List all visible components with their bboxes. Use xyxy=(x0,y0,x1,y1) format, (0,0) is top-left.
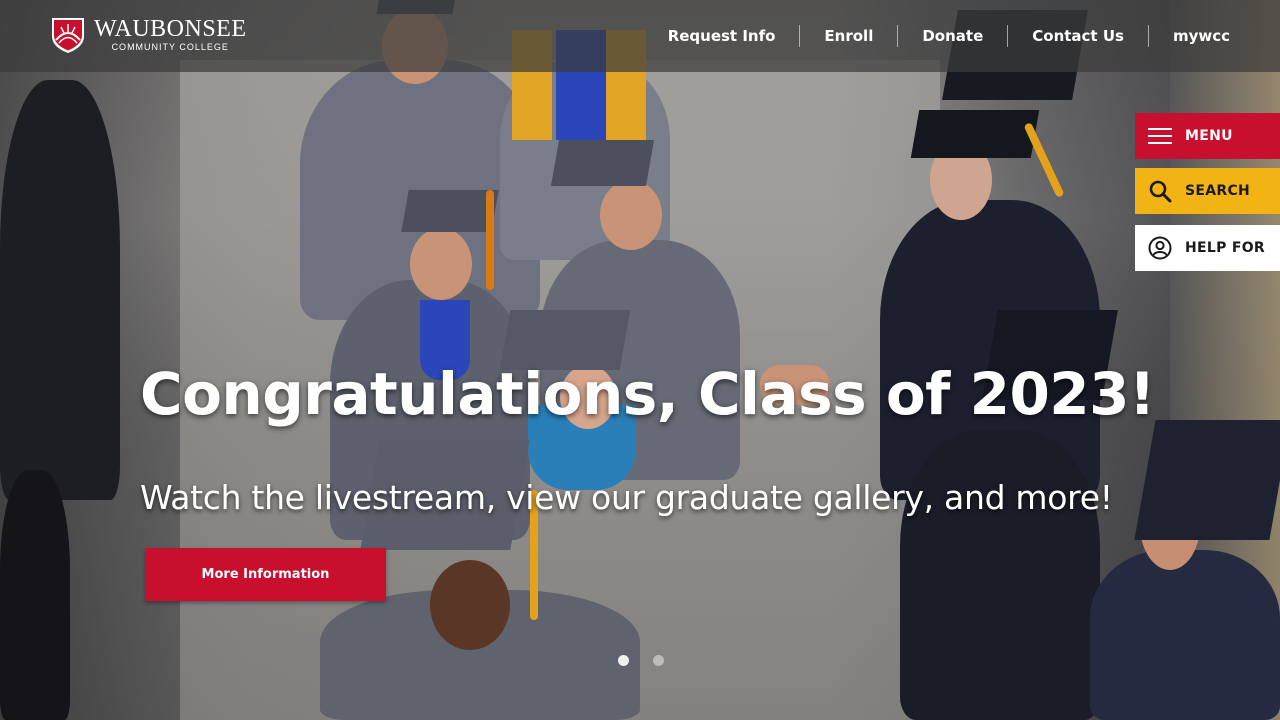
search-button[interactable]: SEARCH xyxy=(1135,168,1280,214)
more-information-button[interactable]: More Information xyxy=(145,548,386,601)
logo-name: WAUBONSEE xyxy=(94,16,247,42)
nav-request-info[interactable]: Request Info xyxy=(644,25,801,47)
hero-subheadline: Watch the livestream, view our graduate … xyxy=(140,478,1113,517)
mortarboard-cap xyxy=(550,140,655,186)
mortarboard-cap xyxy=(910,110,1040,158)
menu-label: MENU xyxy=(1185,128,1233,144)
user-circle-icon xyxy=(1148,236,1172,260)
help-for-label: HELP FOR xyxy=(1185,240,1265,256)
graduate-figure xyxy=(0,80,120,500)
logo-subtitle: COMMUNITY COLLEGE xyxy=(111,42,229,52)
logo-wordmark: WAUBONSEE COMMUNITY COLLEGE xyxy=(94,17,247,53)
search-label: SEARCH xyxy=(1185,183,1251,199)
graduate-figure xyxy=(0,470,70,720)
cap-tassel xyxy=(1023,122,1065,198)
faculty-figure xyxy=(1090,550,1280,720)
nav-enroll[interactable]: Enroll xyxy=(800,25,899,47)
hamburger-icon xyxy=(1148,124,1172,148)
graduate-face xyxy=(410,228,472,300)
cap-tassel xyxy=(486,190,494,290)
shield-logo-icon xyxy=(50,16,86,54)
mortarboard-cap xyxy=(401,190,499,232)
carousel-dot-2[interactable] xyxy=(653,655,664,666)
carousel-pagination xyxy=(618,655,664,666)
faculty-figure xyxy=(900,430,1100,720)
mortarboard-cap xyxy=(1134,420,1280,540)
top-navigation-bar: WAUBONSEE COMMUNITY COLLEGE Request Info… xyxy=(0,0,1280,72)
search-icon xyxy=(1148,179,1172,203)
nav-donate[interactable]: Donate xyxy=(898,25,1009,47)
nav-contact-us[interactable]: Contact Us xyxy=(1008,25,1149,47)
site-logo[interactable]: WAUBONSEE COMMUNITY COLLEGE xyxy=(50,16,247,54)
graduate-face xyxy=(430,560,510,650)
menu-button[interactable]: MENU xyxy=(1135,113,1280,159)
help-for-button[interactable]: HELP FOR xyxy=(1135,225,1280,271)
hero-headline: Congratulations, Class of 2023! xyxy=(140,360,1155,428)
carousel-dot-1[interactable] xyxy=(618,655,629,666)
primary-nav: Request Info Enroll Donate Contact Us my… xyxy=(644,0,1250,72)
nav-mywcc[interactable]: mywcc xyxy=(1149,25,1250,47)
graduate-face xyxy=(600,180,662,250)
